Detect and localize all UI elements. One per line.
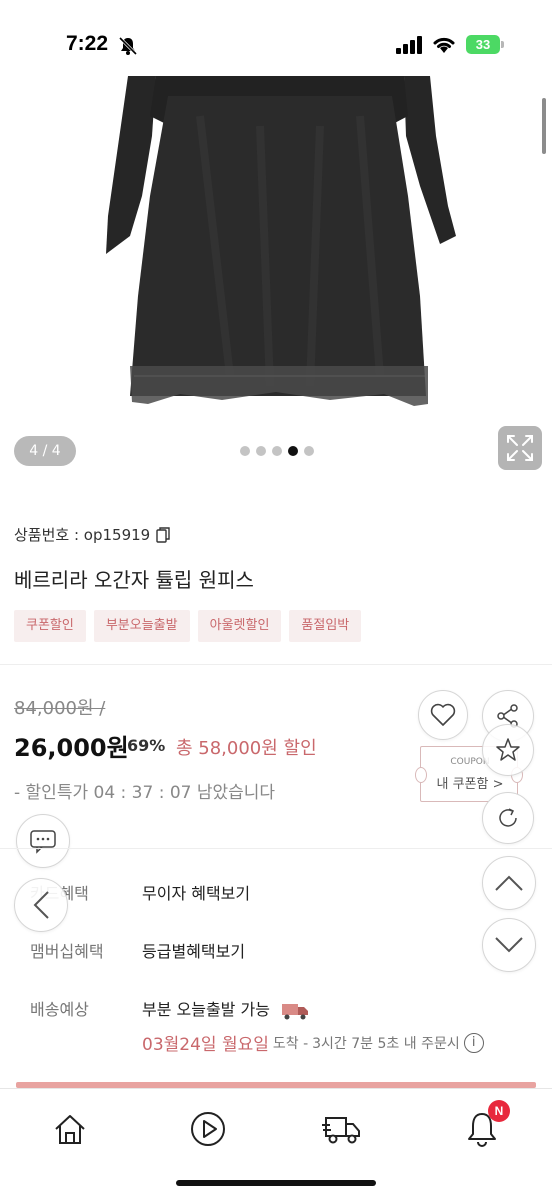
status-time: 7:22 [66,32,109,55]
tag-soldout-soon: 품절임박 [289,610,362,642]
delivery-estimate: 03월24일 월요일 도착 - 3시간 7분 5초 내 주문시 i [142,1030,484,1055]
pagination-dot[interactable] [304,446,314,456]
heart-icon [430,703,456,726]
back-button[interactable] [14,878,68,932]
sale-countdown: - 할인특가 04 : 37 : 07 남았습니다 [14,783,276,803]
notification-badge: N [488,1100,510,1122]
tag-today-shipping: 부분오늘출발 [93,610,190,642]
favorite-button[interactable] [482,724,534,776]
wifi-icon [433,37,455,53]
refresh-button[interactable] [482,792,534,844]
chevron-left-icon [33,891,49,919]
sale-price: 26,000원 [14,734,129,762]
info-icon[interactable]: i [463,1032,484,1053]
delivery-value: 부분 오늘출발 가능 [142,996,309,1021]
expand-icon [507,435,533,461]
chevron-up-icon [495,875,523,891]
scrollbar[interactable] [542,98,546,154]
refresh-icon [499,808,517,827]
divider [0,848,552,849]
scroll-down-button[interactable] [482,918,536,972]
pagination-dot[interactable] [288,446,298,456]
delivery-arrive: 도착 - [272,1035,309,1052]
chat-icon [30,830,56,854]
membership-benefit-link[interactable]: 등급별혜택보기 [142,938,245,962]
product-image[interactable] [0,76,552,486]
discount-percent: 69% [127,736,166,755]
signal-icon [396,36,422,54]
tag-outlet: 아울렛할인 [197,610,282,642]
battery-indicator: 33 [466,35,500,54]
membership-benefit-label: 맴버십혜택 [30,942,104,961]
original-price: 84,000원 / [14,698,106,719]
dress-image [106,76,456,406]
image-pagination [240,446,314,456]
chat-button[interactable] [16,814,70,868]
product-code: 상품번호 : op15919 [14,524,170,545]
battery-tip [501,41,504,48]
truck-icon [282,1003,309,1019]
scroll-up-button[interactable] [482,856,536,910]
truck-icon[interactable] [322,1109,362,1149]
home-icon[interactable] [50,1109,90,1149]
status-bar: 7:22 33 [0,0,552,76]
pagination-dot[interactable] [240,446,250,456]
expand-button[interactable] [498,426,542,470]
delivery-time: 3시간 7분 5초 내 주문시 [312,1035,460,1052]
pagination-dot[interactable] [272,446,282,456]
image-counter: 4 / 4 [14,436,76,466]
bell-off-icon [118,36,138,56]
tag-coupon: 쿠폰할인 [14,610,86,642]
delivery-value-text: 부분 오늘출발 가능 [142,1000,270,1019]
star-icon [496,738,520,761]
card-benefit-link[interactable]: 무이자 혜택보기 [142,880,250,904]
chevron-down-icon [495,937,523,953]
wishlist-button[interactable] [418,690,468,740]
play-icon[interactable] [188,1109,228,1149]
divider [0,664,552,665]
total-discount: 총 58,000원 할인 [176,738,317,759]
delivery-date: 03월24일 월요일 [142,1035,269,1055]
product-code-text: 상품번호 : op15919 [14,526,151,544]
pagination-dot[interactable] [256,446,266,456]
home-indicator [176,1180,376,1186]
product-name: 베르리라 오간자 튤립 원피스 [14,568,254,592]
copy-icon[interactable] [156,526,170,543]
product-tags: 쿠폰할인 부분오늘출발 아울렛할인 품절임박 [14,610,362,642]
delivery-label: 배송예상 [30,1000,89,1019]
